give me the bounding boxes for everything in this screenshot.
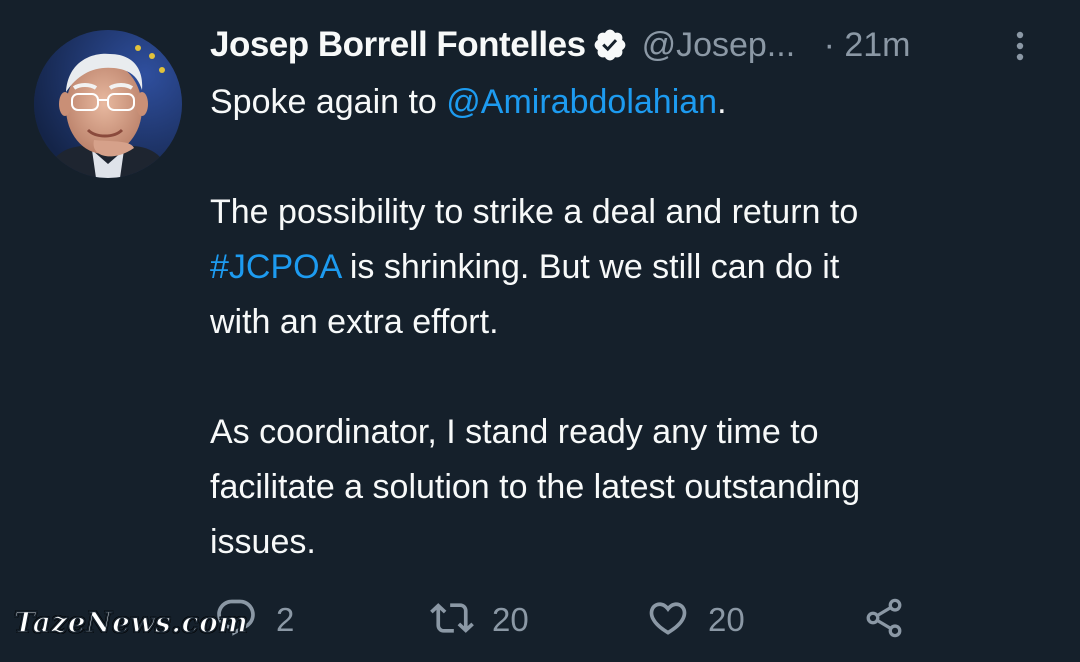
author-name[interactable]: Josep Borrell Fontelles	[210, 25, 586, 65]
tweet-paragraph-3: As coordinator, I stand ready any time t…	[210, 405, 1050, 570]
like-count: 20	[708, 601, 745, 638]
avatar[interactable]	[34, 30, 182, 178]
text-line: The possibility to strike a deal and ret…	[210, 193, 859, 231]
text-fragment: Spoke again to	[210, 83, 447, 121]
author-handle[interactable]: @Josep...	[642, 26, 820, 65]
text-line: with an extra effort.	[210, 303, 499, 341]
text-line: is shrinking. But we still can do it	[340, 248, 840, 286]
text-fragment: .	[717, 83, 727, 121]
tweet-paragraph-1: Spoke again to @Amirabdolahian.	[210, 75, 1050, 130]
text-line: facilitate a solution to the latest outs…	[210, 468, 861, 506]
watermark: TazeNews.com	[13, 605, 249, 640]
like-button[interactable]: 20	[646, 590, 745, 650]
tweet-header: Josep Borrell Fontelles @Josep... · 21m	[210, 20, 1050, 70]
text-line: As coordinator, I stand ready any time t…	[210, 413, 819, 451]
retweet-count: 20	[492, 601, 529, 638]
tweet-paragraph-2: The possibility to strike a deal and ret…	[210, 185, 1050, 350]
tweet-text: Spoke again to @Amirabdolahian. The poss…	[210, 75, 1050, 570]
retweet-button[interactable]: 20	[430, 590, 529, 650]
tweet-timestamp[interactable]: · 21m	[824, 26, 911, 65]
share-icon	[862, 596, 906, 644]
hashtag-link[interactable]: #JCPOA	[210, 248, 340, 286]
text-line: issues.	[210, 523, 316, 561]
like-icon	[646, 596, 690, 644]
mention-link[interactable]: @Amirabdolahian	[446, 83, 717, 121]
share-button[interactable]	[862, 590, 906, 650]
reply-count: 2	[276, 601, 295, 638]
avatar-photo	[34, 30, 182, 178]
retweet-icon	[430, 596, 474, 644]
more-options-icon[interactable]	[1010, 26, 1030, 66]
verified-badge-icon	[592, 27, 628, 63]
